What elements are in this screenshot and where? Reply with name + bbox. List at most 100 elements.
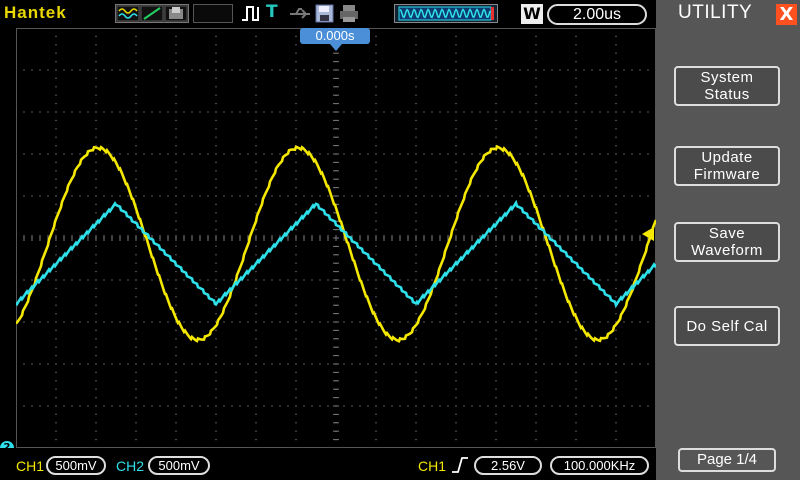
grid-dot <box>215 44 217 46</box>
grid-dot <box>375 363 377 365</box>
grid-dot <box>415 397 417 399</box>
grid-dot <box>495 245 497 247</box>
grid-dot <box>391 69 393 71</box>
grid-dot <box>23 363 25 365</box>
grid-dot <box>575 86 577 88</box>
grid-dot <box>327 111 329 113</box>
grid-dot <box>359 153 361 155</box>
grid-dot <box>255 212 257 214</box>
grid-dot <box>415 35 417 37</box>
grid-dot <box>95 61 97 63</box>
grid-dot <box>63 153 65 155</box>
grid-dot <box>359 405 361 407</box>
page-indicator-button[interactable]: Page 1/4 <box>678 448 776 472</box>
grid-dot <box>455 178 457 180</box>
grid-dot <box>255 153 257 155</box>
grid-dot <box>495 329 497 331</box>
grid-dot <box>287 195 289 197</box>
grid-dot <box>287 279 289 281</box>
grid-dot <box>95 287 97 289</box>
grid-dot <box>375 170 377 172</box>
ch2-waveform <box>14 199 658 309</box>
grid-dot <box>575 422 577 424</box>
grid-dot <box>399 69 401 71</box>
save-waveform-button[interactable]: Save Waveform <box>674 222 780 262</box>
grid-dot <box>575 279 577 281</box>
system-status-button[interactable]: System Status <box>674 66 780 106</box>
grid-dot <box>175 254 177 256</box>
grid-dot <box>575 61 577 63</box>
grid-dot <box>175 94 177 96</box>
trigger-t-icon: T <box>266 2 278 22</box>
grid-dot <box>215 329 217 331</box>
window-mode-label[interactable]: W <box>521 4 543 24</box>
grid-dot <box>215 262 217 264</box>
grid-dot <box>295 355 297 357</box>
grid-dot <box>575 94 577 96</box>
grid-dot <box>263 279 265 281</box>
grid-dot <box>255 405 257 407</box>
grid-dot <box>535 86 537 88</box>
grid-dot <box>47 153 49 155</box>
grid-dot <box>175 161 177 163</box>
grid-dot <box>79 111 81 113</box>
self-calibration-button[interactable]: Do Self Cal <box>674 306 780 346</box>
grid-dot <box>463 405 465 407</box>
grid-dot <box>247 69 249 71</box>
grid-dot <box>95 413 97 415</box>
trigger-level-arrow-icon[interactable] <box>642 227 654 241</box>
grid-dot <box>615 422 617 424</box>
grid-dot <box>575 128 577 130</box>
grid-dot <box>39 405 41 407</box>
grid-dot <box>463 363 465 365</box>
grid-dot <box>263 321 265 323</box>
grid-dot <box>455 397 457 399</box>
grid-dot <box>455 229 457 231</box>
grid-dot <box>255 69 257 71</box>
grid-dot <box>31 111 33 113</box>
ch1-scale[interactable]: 500mV <box>46 456 106 475</box>
trigger-type-icon <box>240 4 264 23</box>
trigger-position-marker[interactable]: 0.000s <box>300 28 370 44</box>
grid-dot <box>487 321 489 323</box>
grid-dot <box>567 405 569 407</box>
grid-dot <box>599 279 601 281</box>
grid-dot <box>383 405 385 407</box>
grid-dot <box>455 44 457 46</box>
grid-dot <box>375 371 377 373</box>
grid-dot <box>95 145 97 147</box>
grid-dot <box>439 111 441 113</box>
grid-dot <box>87 111 89 113</box>
grid-dot <box>151 195 153 197</box>
grid-dot <box>599 321 601 323</box>
grid-dot <box>439 195 441 197</box>
close-menu-button[interactable]: X <box>776 4 797 25</box>
display-mode-icons[interactable] <box>115 4 189 23</box>
grid-dot <box>87 69 89 71</box>
grid-dot <box>575 170 577 172</box>
grid-dot <box>247 321 249 323</box>
grid-dot <box>575 103 577 105</box>
grid-dot <box>135 405 137 407</box>
grid-dot <box>263 69 265 71</box>
grid-dot <box>255 388 257 390</box>
grid-dot <box>407 321 409 323</box>
grid-dot <box>95 212 97 214</box>
grid-dot <box>615 271 617 273</box>
grid-dot <box>575 388 577 390</box>
grid-dot <box>255 313 257 315</box>
ch2-scale[interactable]: 500mV <box>148 456 210 475</box>
grid-dot <box>535 170 537 172</box>
grid-dot <box>511 363 513 365</box>
update-firmware-button[interactable]: Update Firmware <box>674 146 780 186</box>
grid-dot <box>295 245 297 247</box>
grid-dot <box>31 321 33 323</box>
grid-dot <box>31 69 33 71</box>
grid-dot <box>471 195 473 197</box>
grid-dot <box>455 388 457 390</box>
grid-dot <box>239 111 241 113</box>
grid-dot <box>535 44 537 46</box>
grid-dot <box>207 69 209 71</box>
grid-dot <box>159 321 161 323</box>
grid-dot <box>535 329 537 331</box>
